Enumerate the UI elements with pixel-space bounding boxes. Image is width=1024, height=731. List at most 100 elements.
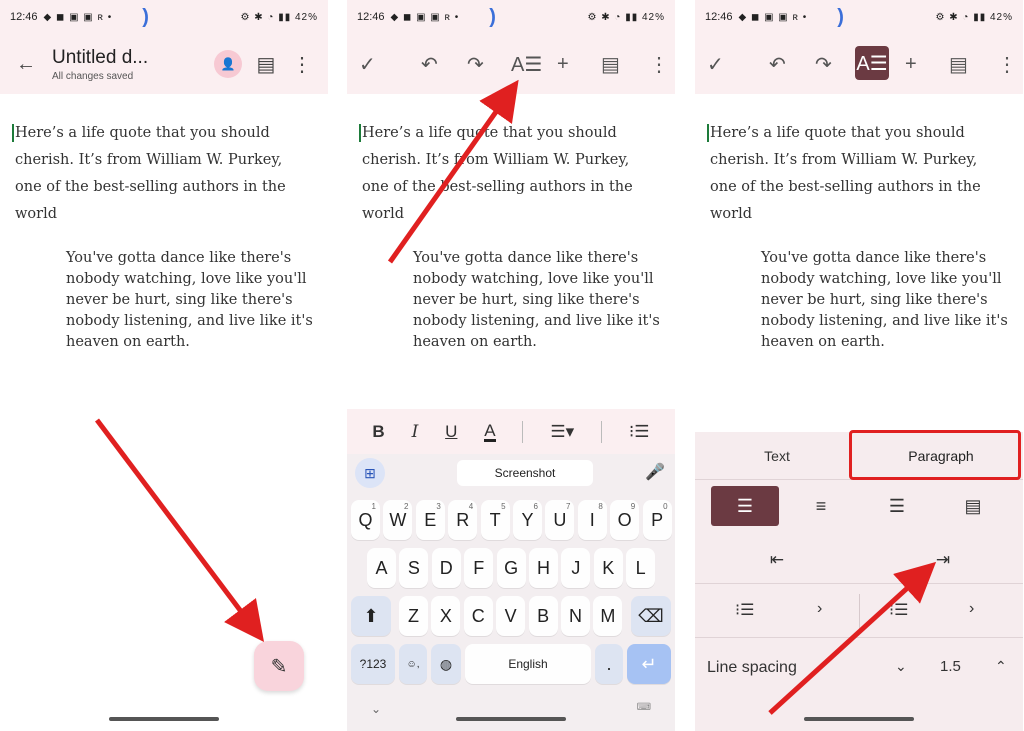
system-icons: ⚙ ✱ ◔ ▮▮ 42% [240,12,318,23]
key-o[interactable]: O9 [610,500,640,540]
plus-icon[interactable]: + [905,46,917,82]
document-body[interactable]: Here’s a life quote that you should cher… [695,120,1023,353]
document-body[interactable]: Here’s a life quote that you should cher… [347,120,675,353]
key-t[interactable]: T5 [480,500,510,540]
redo-icon[interactable]: ↷ [467,46,484,82]
keyboard-row-1: Q1W2E3R4T5Y6U7I8O9P0 [347,500,675,540]
align-justify-icon[interactable]: ▤ [939,486,1007,526]
apps-grid-icon[interactable]: ⊞ [355,458,385,488]
increase-indent-icon[interactable]: ⇥ [923,544,963,576]
home-indicator [109,717,219,721]
italic-button[interactable]: I [412,422,419,442]
loading-icon: ) [142,5,149,28]
arrow-back-icon[interactable]: ← [8,46,44,82]
divider [522,420,524,443]
key-n[interactable]: N [561,596,590,636]
text-format-icon[interactable]: A☰ [511,46,542,82]
space-key[interactable]: English [465,644,591,684]
key-y[interactable]: Y6 [513,500,542,540]
screen-paragraph-format: 12:46 ◆ ◼ ▣ ▣ ʀ • ) ⚙ ✱ ◔ ▮▮ 42% ✓ ↶ ↷ A… [695,0,1023,731]
comment-icon[interactable]: ▤ [601,46,620,82]
undo-icon[interactable]: ↶ [421,46,438,82]
redo-icon[interactable]: ↷ [815,46,832,82]
chevron-right-icon[interactable]: › [969,600,974,618]
key-x[interactable]: X [431,596,461,636]
key-l[interactable]: L [626,548,656,588]
hide-keyboard-icon[interactable]: ⌄ [371,702,381,716]
check-icon[interactable]: ✓ [707,46,724,82]
doc-title[interactable]: Untitled d... [52,47,148,69]
line-spacing-row: Line spacing ⌄ 1.5 ⌃ [695,644,1023,692]
chevron-up-icon[interactable]: ⌃ [995,658,1007,675]
key-i[interactable]: I8 [577,500,607,540]
symbols-key[interactable]: ?123 [351,644,395,684]
key-a[interactable]: A [367,548,396,588]
text-color-button[interactable]: A [484,422,496,442]
key-r[interactable]: R4 [448,500,478,540]
comment-icon[interactable]: ▤ [248,46,284,82]
plus-icon[interactable]: + [557,46,569,82]
undo-icon[interactable]: ↶ [769,46,786,82]
bold-button[interactable]: B [372,422,384,442]
loading-icon: ) [489,5,496,28]
microphone-icon[interactable]: 🎤 [645,462,665,482]
key-q[interactable]: Q1 [351,500,380,540]
key-d[interactable]: D [431,548,461,588]
quote-paragraph: You've gotta dance like there's nobody w… [761,250,1008,350]
keyboard-switch-icon[interactable]: ⌨ [637,702,651,713]
battery-level: 42% [989,11,1013,23]
decrease-indent-icon[interactable]: ⇤ [757,544,797,576]
key-hint: 8 [598,502,603,511]
align-left-icon[interactable]: ☰ [711,486,779,526]
key-g[interactable]: G [496,548,526,588]
numbered-list-icon[interactable]: ⁝☰ [735,600,754,620]
tab-text[interactable]: Text [695,432,859,479]
key-b[interactable]: B [528,596,558,636]
backspace-icon[interactable]: ⌫ [631,596,671,636]
keyboard-row-4: ?123 ☺, ◍ English . ↵ [347,644,675,684]
chevron-right-icon[interactable]: › [817,600,822,618]
key-hint: 9 [630,502,636,511]
comment-icon[interactable]: ▤ [949,46,968,82]
key-h[interactable]: H [529,548,558,588]
underline-button[interactable]: U [445,422,457,442]
emoji-key[interactable]: ☺, [399,644,427,684]
text-format-icon[interactable]: A☰ [855,46,889,80]
keyboard-row-2: ASDFGHJKL [347,548,675,588]
key-e[interactable]: E3 [415,500,445,540]
period-key[interactable]: . [595,644,623,684]
key-f[interactable]: F [464,548,494,588]
key-w[interactable]: W2 [383,500,413,540]
key-v[interactable]: V [496,596,526,636]
more-vert-icon[interactable]: ⋮ [284,46,320,82]
key-u[interactable]: U7 [545,500,575,540]
more-vert-icon[interactable]: ⋮ [649,46,669,82]
divider [600,420,602,443]
key-p[interactable]: P0 [642,500,672,540]
globe-icon[interactable]: ◍ [431,644,461,684]
shift-icon[interactable]: ⬆ [351,596,391,636]
align-menu-icon[interactable]: ☰▾ [550,422,574,442]
notification-icons: ◆ ◼ ▣ ▣ ʀ • [43,11,113,23]
key-m[interactable]: M [593,596,623,636]
battery-level: 42% [294,11,318,23]
person-add-icon[interactable]: 👤 [214,50,242,78]
key-c[interactable]: C [463,596,493,636]
bulleted-list-icon[interactable]: ⁝☰ [889,600,908,620]
chevron-down-icon[interactable]: ⌄ [895,658,907,675]
key-k[interactable]: K [593,548,623,588]
status-bar: 12:46 ◆ ◼ ▣ ▣ ʀ • ) ⚙ ✱ ◔ ▮▮ 42% [347,0,675,34]
align-right-icon[interactable]: ☰ [863,486,931,526]
document-body[interactable]: Here’s a life quote that you should cher… [0,120,328,353]
indent-row: ⇤ ⇥ [695,536,1023,584]
key-z[interactable]: Z [399,596,428,636]
enter-icon[interactable]: ↵ [627,644,671,684]
check-icon[interactable]: ✓ [359,46,376,82]
bulleted-list-icon[interactable]: ⁝☰ [629,422,650,442]
key-s[interactable]: S [399,548,429,588]
align-center-icon[interactable]: ≡ [787,486,855,526]
key-j[interactable]: J [561,548,591,588]
clipboard-suggestion[interactable]: Screenshot [457,460,593,486]
more-vert-icon[interactable]: ⋮ [997,46,1017,82]
edit-pencil-icon[interactable]: ✎ [254,641,304,691]
